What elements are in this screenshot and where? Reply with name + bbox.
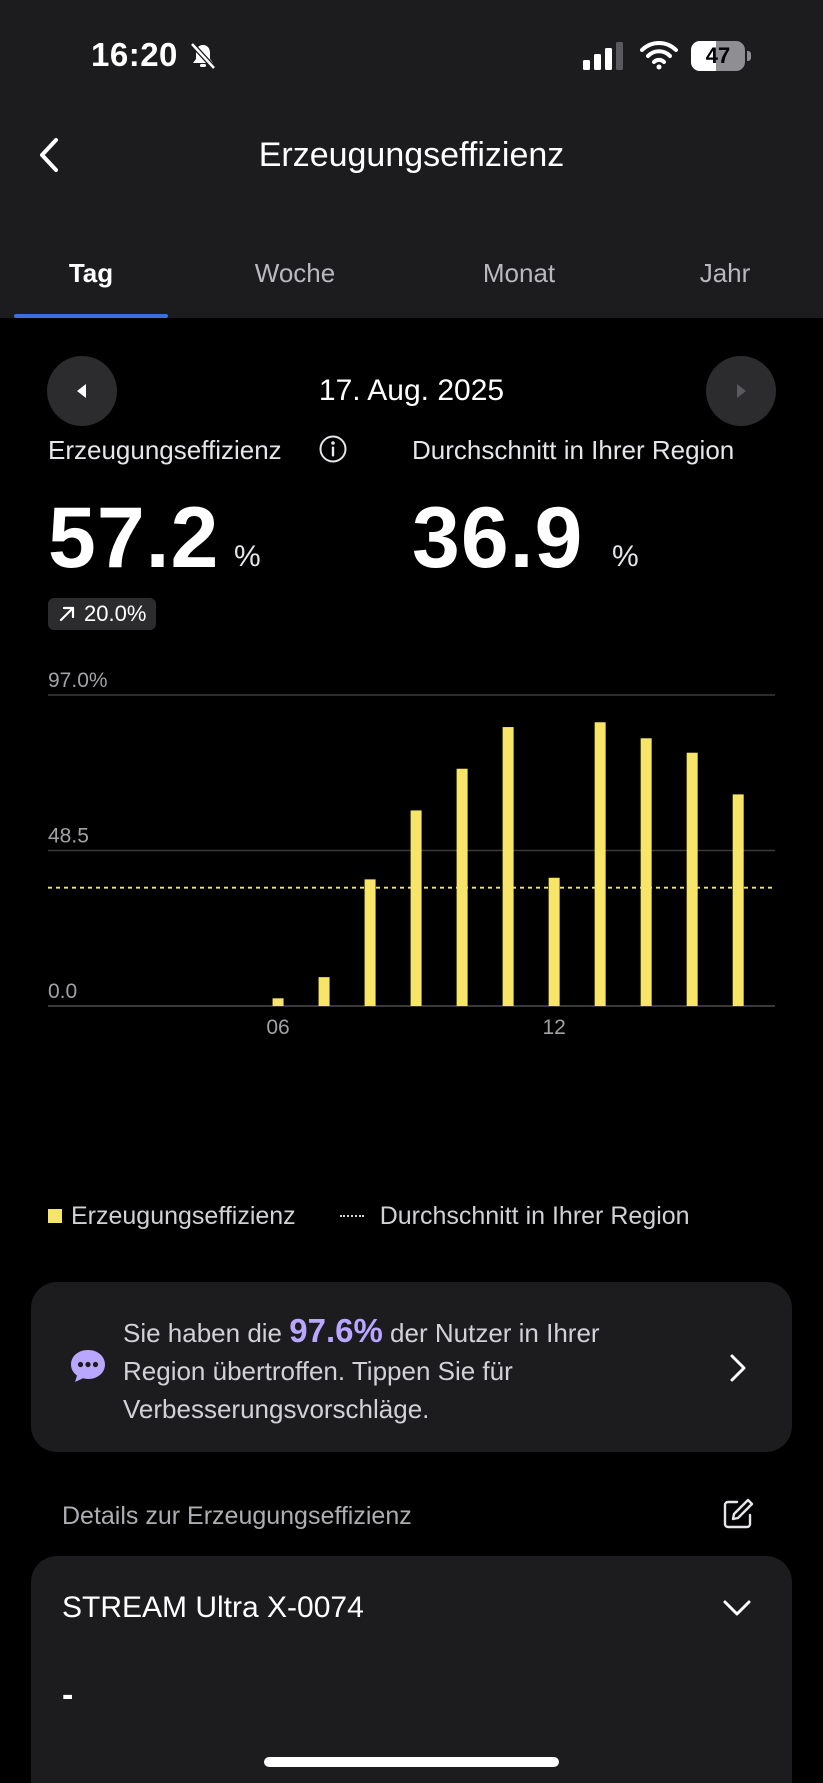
battery-percent: 47 — [705, 43, 731, 68]
chart-bar — [502, 727, 514, 1006]
legend-swatch-dotted — [339, 1215, 364, 1217]
chart-bar — [548, 877, 560, 1006]
bell-muted-icon — [190, 42, 216, 70]
tab-indicator — [14, 314, 168, 318]
own-efficiency-label: Erzeugungseffizienz — [48, 435, 282, 465]
legend-swatch-bar — [48, 1209, 62, 1223]
y-tick-label: 97.0% — [48, 669, 108, 692]
info-icon[interactable] — [318, 434, 348, 464]
chat-bubble-icon — [71, 1350, 105, 1382]
tab-year[interactable]: Jahr — [680, 250, 770, 318]
y-tick-label: 48.5 — [48, 825, 89, 848]
chart-bar — [732, 794, 744, 1006]
triangle-right-icon — [737, 384, 746, 398]
chart-bar — [410, 810, 422, 1006]
status-time: 16:20 — [91, 36, 178, 73]
region-average-label: Durchschnitt in Ihrer Region — [412, 435, 735, 465]
own-efficiency-value: 57.2 — [48, 490, 220, 586]
region-average-unit: % — [612, 540, 639, 573]
page-title: Erzeugungseffizienz — [258, 136, 565, 174]
chart-bar — [686, 752, 698, 1006]
chart-bar — [364, 879, 376, 1006]
details-header: Details zur Erzeugungseffizienz — [62, 1502, 412, 1530]
date-navigator: 17. Aug. 2025 — [0, 356, 823, 426]
chart-bar — [318, 977, 330, 1006]
tip-text: Sie haben die 97.6% der Nutzer in Ihrer … — [123, 1312, 600, 1424]
device-name: STREAM Ultra X-0074 — [62, 1591, 364, 1624]
tip-highlight-percent: 97.6% — [289, 1312, 383, 1349]
wifi-icon — [640, 40, 678, 70]
efficiency-bar-chart: 97.0% 48.5 0.0 06 12 — [48, 669, 775, 1039]
y-tick-label: 0.0 — [48, 980, 77, 1003]
legend-label-region: Durchschnitt in Ihrer Region — [379, 1201, 690, 1230]
edit-icon[interactable] — [720, 1496, 756, 1532]
device-card[interactable]: STREAM Ultra X-0074 - — [31, 1556, 792, 1783]
own-efficiency-unit: % — [234, 540, 261, 573]
legend-label-efficiency: Erzeugungseffizienz — [71, 1201, 296, 1230]
arrow-up-right-icon — [59, 606, 75, 622]
home-indicator — [264, 1757, 559, 1767]
x-tick-label: 06 — [266, 1016, 289, 1039]
delta-badge: 20.0% — [48, 598, 157, 630]
chart-legend: Erzeugungseffizienz Durchschnitt in Ihre… — [48, 1198, 690, 1234]
current-date: 17. Aug. 2025 — [318, 374, 505, 407]
chevron-down-icon[interactable] — [721, 1596, 753, 1620]
delta-value: 20.0% — [84, 601, 147, 626]
next-day-button[interactable] — [706, 356, 776, 426]
x-tick-label: 12 — [542, 1016, 565, 1039]
chart-bar — [594, 722, 606, 1006]
region-average-value: 36.9 — [412, 490, 584, 586]
chevron-right-icon — [730, 1354, 746, 1382]
cellular-signal-icon — [583, 42, 623, 70]
period-tabs: Tag Woche Monat Jahr — [0, 250, 823, 318]
status-bar: 16:20 47 — [0, 0, 823, 110]
battery-indicator: 47 — [691, 41, 751, 71]
ranking-tip-card[interactable]: Sie haben die 97.6% der Nutzer in Ihrer … — [31, 1282, 792, 1452]
tab-week[interactable]: Woche — [220, 250, 370, 318]
chart-bar — [272, 998, 284, 1006]
chart-bar — [640, 738, 652, 1006]
device-efficiency-value: - — [62, 1676, 74, 1714]
tab-month[interactable]: Monat — [444, 250, 594, 318]
tab-day[interactable]: Tag — [14, 250, 168, 318]
